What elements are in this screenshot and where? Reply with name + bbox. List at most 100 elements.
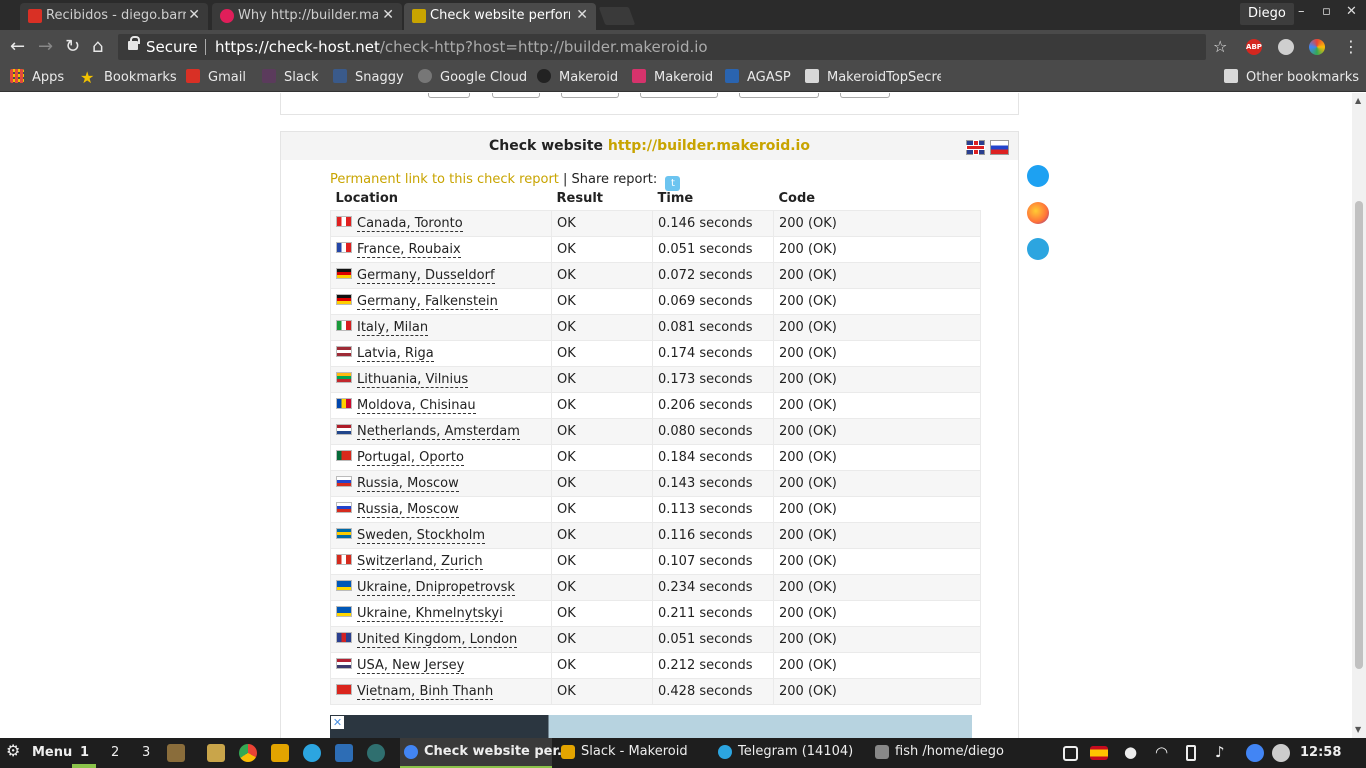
location-link[interactable]: Russia, Moscow: [357, 475, 459, 492]
address-bar[interactable]: Secure https://check-host.net/check-http…: [118, 34, 1206, 60]
permanent-link[interactable]: Permanent link to this check report: [330, 172, 559, 187]
settings-gear-icon[interactable]: ⚙: [6, 742, 20, 760]
bookmark-makeroid-github[interactable]: Makeroid: [537, 69, 618, 87]
location-link[interactable]: France, Roubaix: [357, 241, 461, 258]
location-link[interactable]: Italy, Milan: [357, 319, 429, 336]
location-link[interactable]: Netherlands, Amsterdam: [357, 423, 520, 440]
location-link[interactable]: Russia, Moscow: [357, 501, 459, 518]
extension-color-icon[interactable]: [1309, 39, 1325, 55]
location-link[interactable]: Ukraine, Dnipropetrovsk: [357, 579, 515, 596]
volume-icon[interactable]: ♪: [1215, 743, 1225, 761]
bookmark-makeroid[interactable]: Makeroid: [632, 69, 713, 87]
bookmark-apps[interactable]: Apps: [10, 69, 64, 87]
scrollbar-thumb[interactable]: [1355, 201, 1363, 669]
chrome-icon[interactable]: [239, 744, 257, 762]
close-window-icon[interactable]: ✕: [1346, 4, 1357, 19]
extension-icon[interactable]: [1278, 39, 1294, 55]
files-folder-icon[interactable]: [207, 744, 225, 762]
location-link[interactable]: Lithuania, Vilnius: [357, 371, 469, 388]
english-flag-icon[interactable]: [966, 140, 985, 155]
lock-icon: [128, 36, 140, 50]
location-link[interactable]: Moldova, Chisinau: [357, 397, 476, 414]
menu-button[interactable]: Menu: [32, 744, 72, 762]
bookmark-slack[interactable]: Slack: [262, 69, 319, 87]
taskbar-window-chrome[interactable]: Check website per...: [400, 738, 572, 768]
location-link[interactable]: Switzerland, Zurich: [357, 553, 483, 570]
twitter-icon[interactable]: [1027, 165, 1049, 187]
wifi-icon[interactable]: ◠: [1155, 743, 1168, 761]
tab-check-website[interactable]: Check website perform ✕: [404, 3, 596, 30]
taskbar-window-telegram[interactable]: Telegram (14104): [714, 738, 864, 768]
keepass-icon[interactable]: [367, 744, 385, 762]
workspace-1[interactable]: 1: [80, 744, 89, 762]
check-type-button[interactable]: [428, 93, 470, 98]
battery-icon[interactable]: [1186, 745, 1196, 761]
slack-app-icon[interactable]: [271, 744, 289, 762]
settings-icon[interactable]: [1272, 744, 1290, 762]
bookmark-snaggy[interactable]: Snaggy: [333, 69, 404, 87]
checked-host-link[interactable]: http://builder.makeroid.io: [608, 138, 810, 154]
location-link[interactable]: Germany, Falkenstein: [357, 293, 498, 310]
bookmark-folder-makeroidtopsecret[interactable]: MakeroidTopSecret: [805, 69, 941, 87]
telegram-icon[interactable]: [1027, 238, 1049, 260]
check-type-button[interactable]: [739, 93, 819, 98]
firefox-icon[interactable]: [1027, 202, 1049, 224]
check-type-button[interactable]: [561, 93, 619, 98]
advertisement-banner[interactable]: [330, 715, 972, 738]
location-link[interactable]: United Kingdom, London: [357, 631, 518, 648]
location-link[interactable]: Canada, Toronto: [357, 215, 463, 232]
close-tab-icon[interactable]: ✕: [382, 3, 394, 28]
bookmark-bookmarks[interactable]: ★ Bookmarks: [80, 69, 177, 87]
archive-icon[interactable]: [167, 744, 185, 762]
location-link[interactable]: Vietnam, Binh Thanh: [357, 683, 494, 700]
check-type-button[interactable]: [840, 93, 890, 98]
telegram-app-icon[interactable]: [303, 744, 321, 762]
location-link[interactable]: Portugal, Oporto: [357, 449, 464, 466]
maximize-icon[interactable]: ▫: [1322, 4, 1331, 19]
user-icon[interactable]: ●: [1124, 743, 1137, 761]
gmail-icon: [28, 9, 42, 23]
country-flag-icon: [336, 657, 352, 669]
bookmark-google-cloud[interactable]: Google Cloud: [418, 69, 527, 87]
taskbar-window-terminal[interactable]: fish /home/diego: [871, 738, 1021, 768]
close-ad-icon[interactable]: ✕: [331, 716, 344, 729]
location-link[interactable]: Sweden, Stockholm: [357, 527, 486, 544]
home-icon[interactable]: ⌂: [92, 37, 103, 57]
taskbar-window-slack[interactable]: Slack - Makeroid: [557, 738, 707, 768]
location-link[interactable]: USA, New Jersey: [357, 657, 465, 674]
check-type-button[interactable]: [640, 93, 718, 98]
location-link[interactable]: Ukraine, Khmelnytskyi: [357, 605, 503, 622]
spain-flag-icon[interactable]: [1090, 746, 1108, 760]
new-tab-button[interactable]: [598, 7, 636, 25]
screenshot-icon[interactable]: [1063, 746, 1078, 761]
back-arrow-icon[interactable]: ←: [10, 37, 25, 57]
location-link[interactable]: Latvia, Riga: [357, 345, 434, 362]
bookmark-gmail[interactable]: Gmail: [186, 69, 246, 87]
workspace-3[interactable]: 3: [142, 744, 150, 762]
check-type-button[interactable]: [492, 93, 540, 98]
close-tab-icon[interactable]: ✕: [576, 3, 588, 28]
scroll-down-icon[interactable]: ▼: [1355, 725, 1361, 734]
column-header-location: Location: [335, 191, 399, 207]
forward-arrow-icon[interactable]: →: [38, 37, 53, 57]
profile-button[interactable]: Diego: [1240, 3, 1294, 25]
tab-gmail[interactable]: Recibidos - diego.barre ✕: [20, 3, 208, 30]
sync-icon[interactable]: [1246, 744, 1264, 762]
star-bookmark-icon[interactable]: ☆: [1213, 37, 1227, 57]
bookmark-agasp[interactable]: AGASP: [725, 69, 791, 87]
minimize-icon[interactable]: –: [1298, 4, 1305, 19]
reload-icon[interactable]: ↻: [65, 37, 80, 57]
tab-why[interactable]: Why http://builder.ma ✕: [212, 3, 402, 30]
bookmark-other-bookmarks[interactable]: Other bookmarks: [1224, 69, 1359, 87]
adblock-icon[interactable]: ABP: [1246, 39, 1262, 55]
workspace-2[interactable]: 2: [111, 744, 119, 762]
russian-flag-icon[interactable]: [990, 140, 1009, 155]
scroll-up-icon[interactable]: ▲: [1355, 96, 1361, 105]
country-flag-icon: [336, 605, 352, 617]
tab-title: Why http://builder.ma: [238, 8, 378, 23]
vscode-icon[interactable]: [335, 744, 353, 762]
page-scrollbar[interactable]: ▲ ▼: [1352, 93, 1366, 738]
close-tab-icon[interactable]: ✕: [188, 3, 200, 28]
more-menu-icon[interactable]: ⋮: [1343, 37, 1359, 57]
location-link[interactable]: Germany, Dusseldorf: [357, 267, 495, 284]
